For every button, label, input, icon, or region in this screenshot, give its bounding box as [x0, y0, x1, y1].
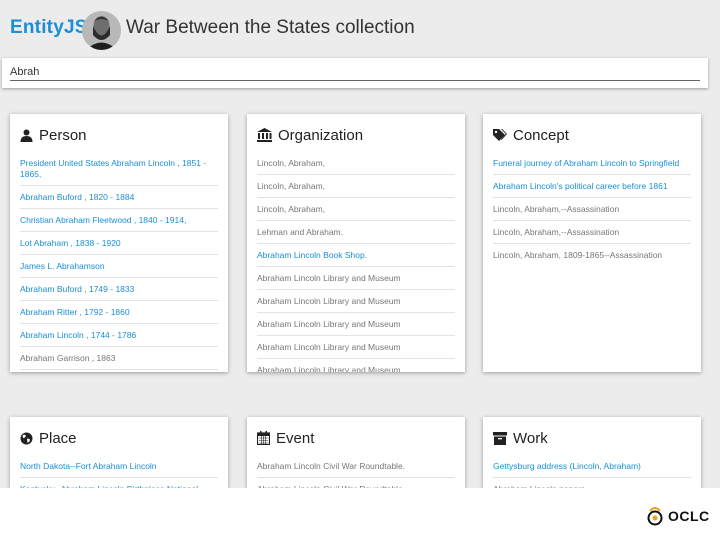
item-list: Lincoln, Abraham, Lincoln, Abraham, Lincol…: [247, 152, 465, 372]
globe-icon: [20, 432, 33, 444]
card-work: Work Gettysburg address (Lincoln, Abraha…: [483, 417, 701, 488]
list-item[interactable]: Abraham Lincoln's political career befor…: [493, 175, 691, 198]
list-item: Lincoln, Abraham,--Assassination: [493, 221, 691, 244]
avatar: [82, 11, 121, 50]
card-concept: Concept Funeral journey of Abraham Linco…: [483, 114, 701, 372]
list-item[interactable]: Abraham Buford , 1749 - 1833: [20, 278, 218, 301]
list-item: Abraham Lincoln Civil War Roundtable.: [257, 478, 455, 488]
card-person: Person President United States Abraham L…: [10, 114, 228, 372]
oclc-logo-text: OCLC: [668, 508, 710, 524]
item-list: Abraham Lincoln Civil War Roundtable.Abr…: [247, 455, 465, 488]
search-card: [2, 58, 708, 88]
calendar-icon: [257, 431, 270, 445]
list-item[interactable]: Abraham Ritter , 1792 - 1860: [20, 301, 218, 324]
app-header: EntityJS War Between the States collecti…: [0, 0, 720, 58]
list-item: Abraham Lincoln Library and Museum: [257, 336, 455, 359]
oclc-logo: OCLC: [646, 506, 710, 526]
list-item[interactable]: North Dakota--Fort Abraham Lincoln: [20, 455, 218, 478]
list-item: Lincoln, Abraham,: [257, 198, 455, 221]
card-header: Place: [20, 427, 218, 449]
card-organization: Organization Lincoln, Abraham, Lincoln, A…: [247, 114, 465, 372]
list-item: Lincoln, Abraham,: [257, 175, 455, 198]
card-title: Event: [276, 429, 315, 447]
list-item[interactable]: Abraham Buford , 1820 - 1884: [20, 186, 218, 209]
list-item: Abraham Lincoln Library and Museum: [257, 290, 455, 313]
card-header: Concept: [493, 124, 691, 146]
list-item[interactable]: Christian Abraham Fleetwood , 1840 - 191…: [20, 209, 218, 232]
list-item[interactable]: Gettysburg address (Lincoln, Abraham): [493, 455, 691, 478]
list-item: Lincoln, Abraham,--Assassination: [493, 198, 691, 221]
list-item[interactable]: Abraham Lincoln , 1744 - 1786: [20, 324, 218, 347]
list-item: Abraham Lincoln Civil War Roundtable.: [257, 455, 455, 478]
item-list: Funeral journey of Abraham Lincoln to Sp…: [483, 152, 701, 266]
list-item: Lehman and Abraham.: [257, 221, 455, 244]
list-item: Abraham Lincoln papers.: [493, 478, 691, 488]
item-list: President United States Abraham Lincoln …: [10, 152, 228, 372]
list-item[interactable]: Kentucky--Abraham Lincoln Birthplace Nat…: [20, 478, 218, 488]
card-header: Person: [20, 124, 218, 146]
list-item[interactable]: President United States Abraham Lincoln …: [20, 152, 218, 186]
list-item[interactable]: Richard J. Abraham , 1843: [20, 370, 218, 372]
list-item: Lincoln, Abraham, 1809-1865--Assassinati…: [493, 250, 663, 260]
list-item[interactable]: Funeral journey of Abraham Lincoln to Sp…: [493, 152, 691, 175]
card-header: Work: [493, 427, 691, 449]
card-place: Place North Dakota--Fort Abraham Lincoln…: [10, 417, 228, 488]
archive-box-icon: [493, 431, 507, 445]
list-item: Abraham Garrison , 1863: [20, 347, 218, 370]
oclc-logo-icon: [647, 507, 663, 526]
card-header: Organization: [257, 124, 455, 146]
list-item[interactable]: Lot Abraham , 1838 - 1920: [20, 232, 218, 255]
card-title: Person: [39, 126, 87, 144]
item-list: Gettysburg address (Lincoln, Abraham)Abr…: [483, 455, 701, 488]
card-title: Concept: [513, 126, 569, 144]
list-item: Abraham Lincoln Library and Museum: [257, 267, 455, 290]
search-input[interactable]: [10, 64, 700, 81]
footer-bar: [0, 488, 720, 540]
list-item[interactable]: James L. Abrahamson: [20, 255, 218, 278]
card-title: Place: [39, 429, 77, 447]
collection-title: War Between the States collection: [126, 17, 415, 38]
brand-logo[interactable]: EntityJS: [10, 17, 88, 39]
card-event: Event Abraham Lincoln Civil War Roundtab…: [247, 417, 465, 488]
list-item[interactable]: Abraham Lincoln Book Shop.: [257, 244, 455, 267]
list-item: Abraham Lincoln Library and Museum: [257, 313, 455, 336]
card-title: Work: [513, 429, 548, 447]
list-item: Lincoln, Abraham,: [257, 152, 455, 175]
institution-icon: [257, 128, 272, 142]
item-list: North Dakota--Fort Abraham LincolnKentuc…: [10, 455, 228, 488]
person-icon: [20, 129, 33, 142]
card-header: Event: [257, 427, 455, 449]
list-item: Abraham Lincoln Library and Museum: [257, 365, 401, 372]
tag-icon: [493, 128, 507, 141]
card-title: Organization: [278, 126, 364, 144]
